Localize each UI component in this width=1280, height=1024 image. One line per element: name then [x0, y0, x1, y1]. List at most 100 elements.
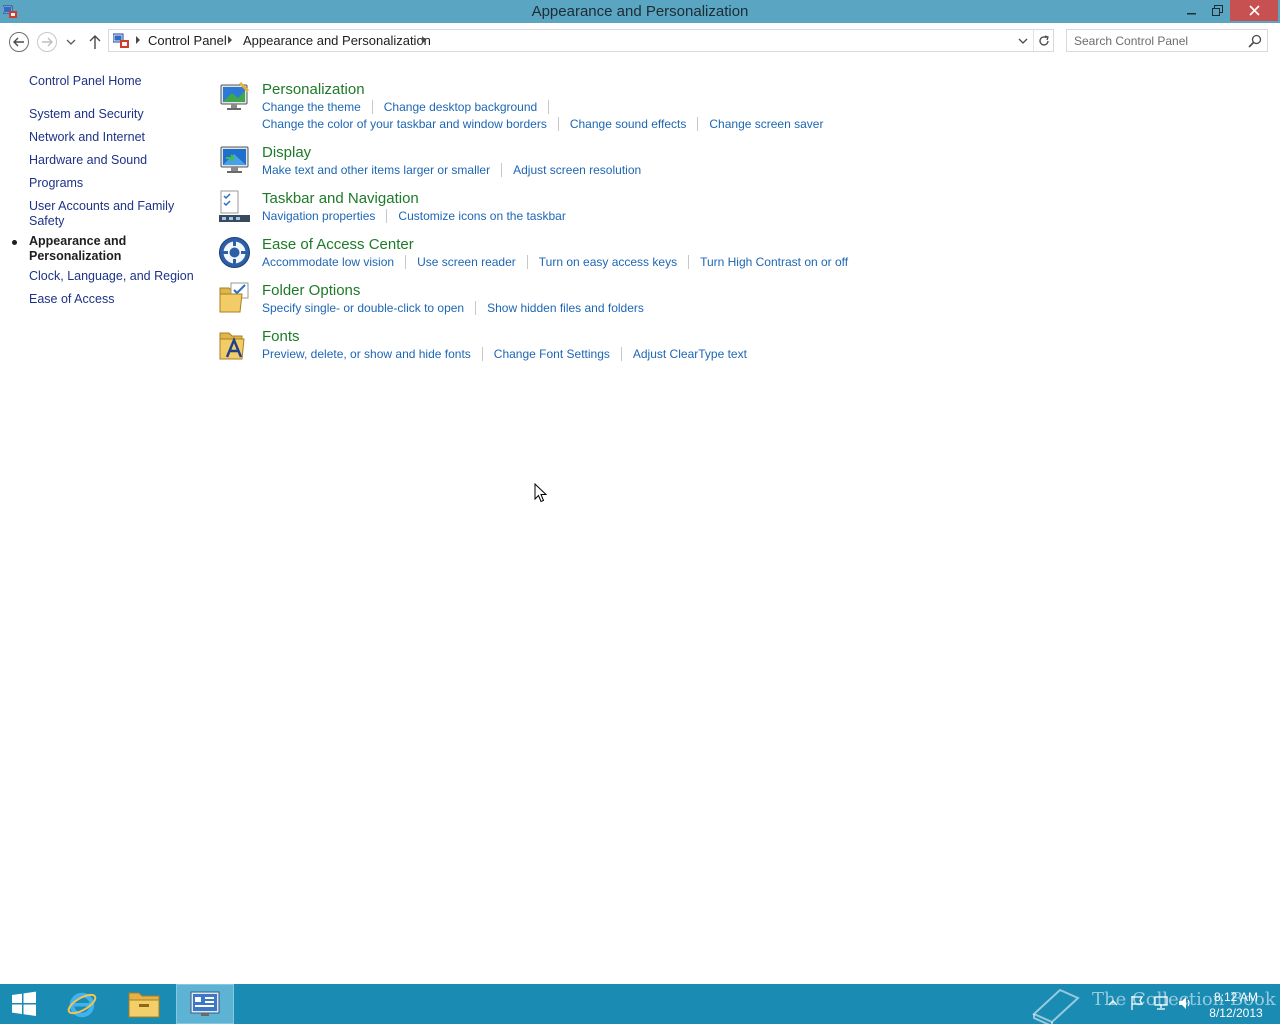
- display-icon[interactable]: [218, 144, 251, 177]
- sidebar-item-hardware-sound[interactable]: Hardware and Sound: [29, 153, 147, 168]
- link-divider: [405, 255, 407, 269]
- link-divider: [548, 100, 550, 114]
- file-explorer-button[interactable]: [116, 984, 172, 1024]
- windows-logo-icon: [12, 991, 36, 1016]
- sidebar-item-user-accounts[interactable]: User Accounts and Family Safety: [29, 199, 174, 229]
- link-customize-taskbar-icons[interactable]: Customize icons on the taskbar: [398, 209, 565, 223]
- navigation-bar: Control Panel Appearance and Personaliza…: [0, 23, 1280, 59]
- link-change-desktop-background[interactable]: Change desktop background: [384, 100, 537, 114]
- sidebar-item-network-internet[interactable]: Network and Internet: [29, 130, 145, 145]
- link-accommodate-low-vision[interactable]: Accommodate low vision: [262, 255, 394, 269]
- show-hidden-icons-button[interactable]: [1104, 994, 1122, 1012]
- link-easy-access-keys[interactable]: Turn on easy access keys: [539, 255, 677, 269]
- address-dropdown-button[interactable]: [1013, 30, 1033, 51]
- category-links-row: Make text and other items larger or smal…: [262, 163, 641, 177]
- taskbar-icon[interactable]: [218, 190, 251, 223]
- search-icon[interactable]: [1247, 33, 1263, 49]
- link-change-taskbar-color[interactable]: Change the color of your taskbar and win…: [262, 117, 547, 131]
- link-adjust-screen-resolution[interactable]: Adjust screen resolution: [513, 163, 641, 177]
- book-logo-icon: [1032, 988, 1080, 1024]
- network-button[interactable]: [1152, 994, 1170, 1012]
- internet-explorer-button[interactable]: [56, 984, 108, 1024]
- sidebar-item-ease-of-access[interactable]: Ease of Access: [29, 292, 114, 307]
- flag-icon: [1131, 996, 1144, 1010]
- breadcrumb-separator-icon[interactable]: [134, 35, 142, 45]
- category-links-row: Preview, delete, or show and hide fonts C…: [262, 347, 747, 361]
- sidebar-item-clock-language-region[interactable]: Clock, Language, and Region: [29, 269, 194, 284]
- link-high-contrast[interactable]: Turn High Contrast on or off: [700, 255, 848, 269]
- personalization-icon[interactable]: [218, 81, 251, 114]
- link-change-screen-saver[interactable]: Change screen saver: [709, 117, 823, 131]
- category-title[interactable]: Folder Options: [262, 282, 360, 299]
- restore-button[interactable]: [1204, 0, 1231, 21]
- fonts-icon[interactable]: [218, 328, 251, 361]
- control-panel-taskbar-button[interactable]: [176, 984, 234, 1024]
- category-title[interactable]: Taskbar and Navigation: [262, 190, 419, 207]
- forward-button[interactable]: [37, 32, 57, 52]
- system-clock[interactable]: 8:12 AM 8/12/2013: [1196, 989, 1276, 1021]
- link-change-sound-effects[interactable]: Change sound effects: [570, 117, 687, 131]
- network-icon: [1154, 996, 1168, 1010]
- link-make-text-larger[interactable]: Make text and other items larger or smal…: [262, 163, 490, 177]
- start-button[interactable]: [0, 984, 48, 1024]
- mouse-cursor-icon: [534, 483, 548, 503]
- chevron-down-icon: [1018, 38, 1028, 44]
- control-panel-icon: [190, 991, 220, 1016]
- volume-button[interactable]: [1176, 994, 1194, 1012]
- ease-of-access-icon[interactable]: [218, 236, 251, 269]
- link-adjust-cleartype[interactable]: Adjust ClearType text: [633, 347, 747, 361]
- address-bar[interactable]: Control Panel Appearance and Personaliza…: [108, 29, 1054, 52]
- link-use-screen-reader[interactable]: Use screen reader: [417, 255, 516, 269]
- minimize-button[interactable]: [1178, 0, 1205, 21]
- action-center-button[interactable]: [1128, 994, 1146, 1012]
- back-button[interactable]: [9, 32, 29, 52]
- link-single-double-click[interactable]: Specify single- or double-click to open: [262, 301, 464, 315]
- breadcrumb-separator-icon[interactable]: [226, 35, 234, 45]
- category-title[interactable]: Display: [262, 144, 311, 161]
- control-panel-home-link[interactable]: Control Panel Home: [29, 74, 142, 89]
- link-divider: [526, 255, 528, 269]
- category-title[interactable]: Fonts: [262, 328, 300, 345]
- breadcrumb-appearance-personalization[interactable]: Appearance and Personalization: [243, 33, 431, 48]
- close-button[interactable]: [1230, 0, 1278, 21]
- sidebar-item-programs[interactable]: Programs: [29, 176, 83, 191]
- link-change-font-settings[interactable]: Change Font Settings: [494, 347, 610, 361]
- category-links-row: Specify single- or double-click to open S…: [262, 301, 644, 315]
- sidebar-item-system-security[interactable]: System and Security: [29, 107, 144, 122]
- category-title[interactable]: Personalization: [262, 81, 365, 98]
- breadcrumb-control-panel[interactable]: Control Panel: [148, 33, 227, 48]
- link-divider: [688, 255, 690, 269]
- category-links-row: Accommodate low vision Use screen reader T…: [262, 255, 848, 269]
- folder-icon: [128, 992, 160, 1018]
- refresh-button[interactable]: [1033, 30, 1054, 51]
- chevron-up-icon: [1108, 1000, 1118, 1006]
- link-divider: [620, 347, 622, 361]
- clock-date: 8/12/2013: [1209, 1006, 1263, 1020]
- search-input[interactable]: [1067, 30, 1245, 51]
- title-bar: Appearance and Personalization: [0, 0, 1280, 23]
- sidebar-item-label-line2: Personalization: [29, 249, 122, 263]
- folder-options-icon[interactable]: [218, 282, 251, 315]
- sidebar-item-label-line2: Safety: [29, 214, 65, 228]
- breadcrumb-separator-icon[interactable]: [420, 35, 428, 45]
- category-title[interactable]: Ease of Access Center: [262, 236, 414, 253]
- link-divider: [386, 209, 388, 223]
- link-divider: [501, 163, 503, 177]
- search-box[interactable]: [1066, 29, 1268, 52]
- sidebar-item-appearance-personalization[interactable]: Appearance and Personalization: [29, 234, 126, 264]
- link-change-theme[interactable]: Change the theme: [262, 100, 361, 114]
- current-item-bullet: [12, 240, 17, 245]
- window-title: Appearance and Personalization: [531, 3, 749, 20]
- link-show-hidden-files[interactable]: Show hidden files and folders: [487, 301, 644, 315]
- link-divider: [481, 347, 483, 361]
- clock-time: 8:12 AM: [1213, 990, 1259, 1004]
- link-preview-fonts[interactable]: Preview, delete, or show and hide fonts: [262, 347, 471, 361]
- recent-locations-chevron-icon[interactable]: [65, 37, 77, 47]
- link-navigation-properties[interactable]: Navigation properties: [262, 209, 375, 223]
- back-arrow-icon: [13, 37, 24, 47]
- link-divider: [475, 301, 477, 315]
- up-arrow-icon[interactable]: [87, 33, 103, 51]
- link-divider: [697, 117, 699, 131]
- close-icon: [1248, 5, 1260, 16]
- sidebar-item-label: Appearance and: [29, 234, 127, 248]
